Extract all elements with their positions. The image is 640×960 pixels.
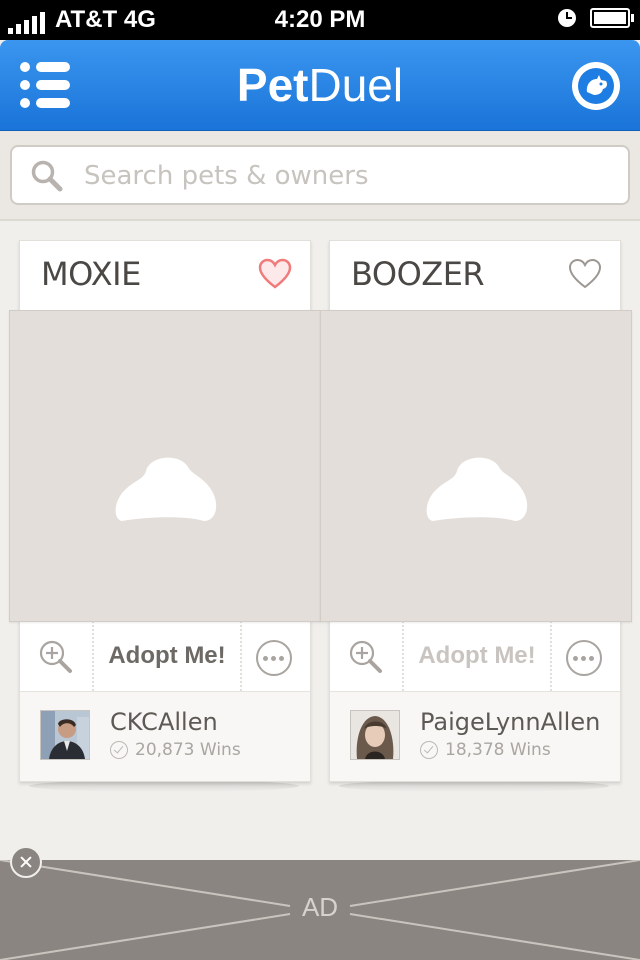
app-logo: PetDuel xyxy=(0,58,640,112)
logo-bold-text: Pet xyxy=(236,59,309,111)
zoom-button[interactable] xyxy=(348,639,384,675)
adopt-me-button[interactable]: Adopt Me! xyxy=(402,621,552,691)
check-circle-icon xyxy=(110,741,128,759)
wins-count: 20,873 Wins xyxy=(110,740,241,760)
profile-button[interactable] xyxy=(572,62,620,110)
close-ad-button[interactable] xyxy=(10,846,42,878)
ad-label: AD xyxy=(301,892,339,922)
pet-photo[interactable] xyxy=(320,310,632,622)
alarm-clock-icon xyxy=(558,9,576,27)
wins-count: 18,378 Wins xyxy=(420,740,551,760)
ad-banner[interactable]: AD xyxy=(0,860,640,960)
more-options-button[interactable] xyxy=(256,640,292,676)
pet-photo[interactable] xyxy=(9,310,321,622)
owner-name[interactable]: CKCAllen xyxy=(110,708,218,736)
zoom-in-icon xyxy=(39,640,72,673)
logo-light-text: Duel xyxy=(308,59,404,111)
heart-outline-icon xyxy=(568,258,602,289)
avatar-image xyxy=(351,711,399,759)
owner-row: CKCAllen 20,873 Wins xyxy=(20,692,310,781)
favorite-button[interactable] xyxy=(258,257,292,291)
search-input[interactable] xyxy=(82,153,606,199)
status-time: 4:20 PM xyxy=(274,6,366,33)
battery-icon xyxy=(590,8,634,28)
pet-name: BOOZER xyxy=(351,255,485,293)
search-icon xyxy=(31,160,63,192)
search-box xyxy=(10,145,630,205)
image-placeholder-icon xyxy=(115,457,217,521)
status-right xyxy=(558,8,634,28)
check-circle-icon xyxy=(420,741,438,759)
search-bar-container xyxy=(0,131,640,221)
favorite-button[interactable] xyxy=(568,257,602,291)
owner-row: PaigeLynnAllen 18,378 Wins xyxy=(330,692,620,781)
owner-name[interactable]: PaigeLynnAllen xyxy=(420,708,600,736)
owner-avatar[interactable] xyxy=(350,710,400,760)
image-placeholder-icon xyxy=(426,457,528,521)
wins-label: 18,378 Wins xyxy=(445,740,551,760)
card-actions: Adopt Me! xyxy=(20,621,310,692)
status-bar: AT&T 4G 4:20 PM xyxy=(0,0,640,40)
pet-name: MOXIE xyxy=(41,255,141,293)
wins-label: 20,873 Wins xyxy=(135,740,241,760)
more-options-button[interactable] xyxy=(566,640,602,676)
heart-icon xyxy=(258,258,292,289)
pet-profile-icon xyxy=(578,68,614,104)
card-actions: Adopt Me! xyxy=(330,621,620,692)
adopt-me-button[interactable]: Adopt Me! xyxy=(92,621,242,691)
avatar-image xyxy=(41,711,89,759)
zoom-button[interactable] xyxy=(38,639,74,675)
zoom-in-icon xyxy=(349,640,382,673)
owner-avatar[interactable] xyxy=(40,710,90,760)
nav-bar: PetDuel xyxy=(0,40,640,131)
